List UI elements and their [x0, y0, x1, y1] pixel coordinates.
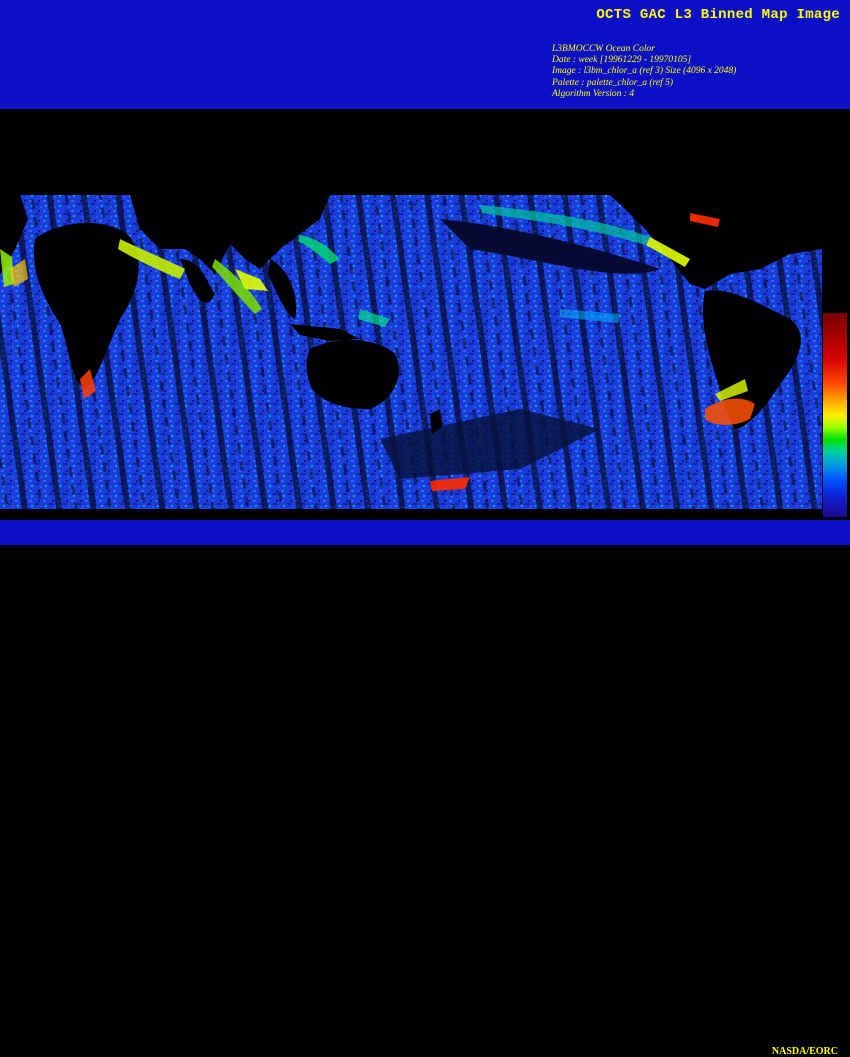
meta-image: Image : l3bm_chlor_a (ref 3) Size (4096 … [552, 66, 737, 77]
map-metadata: L3BMOCCW Ocean Color Date : week [199612… [552, 44, 736, 100]
meta-product: L3BMOCCW Ocean Color [552, 44, 655, 54]
meta-algorithm: Algorithm Version : 4 [552, 88, 635, 99]
credit-label: NASDA/EORC [771, 1046, 838, 1057]
map-title: OCTS GAC L3 Binned Map Image [596, 7, 840, 23]
land-antarctica [0, 509, 822, 520]
chlorophyll-palette-bar [823, 313, 847, 517]
meta-palette: Palette : palette_chlor_a (ref 5) [552, 77, 673, 88]
ocean-color-map [0, 109, 850, 520]
meta-date: Date : week [19961229 - 19970105] [552, 55, 692, 66]
header-band: OCTS GAC L3 Binned Map Image L3BMOCCW Oc… [0, 0, 850, 109]
footer-band: NASDA/EORC [0, 520, 850, 1057]
world-map-svg [0, 195, 822, 520]
